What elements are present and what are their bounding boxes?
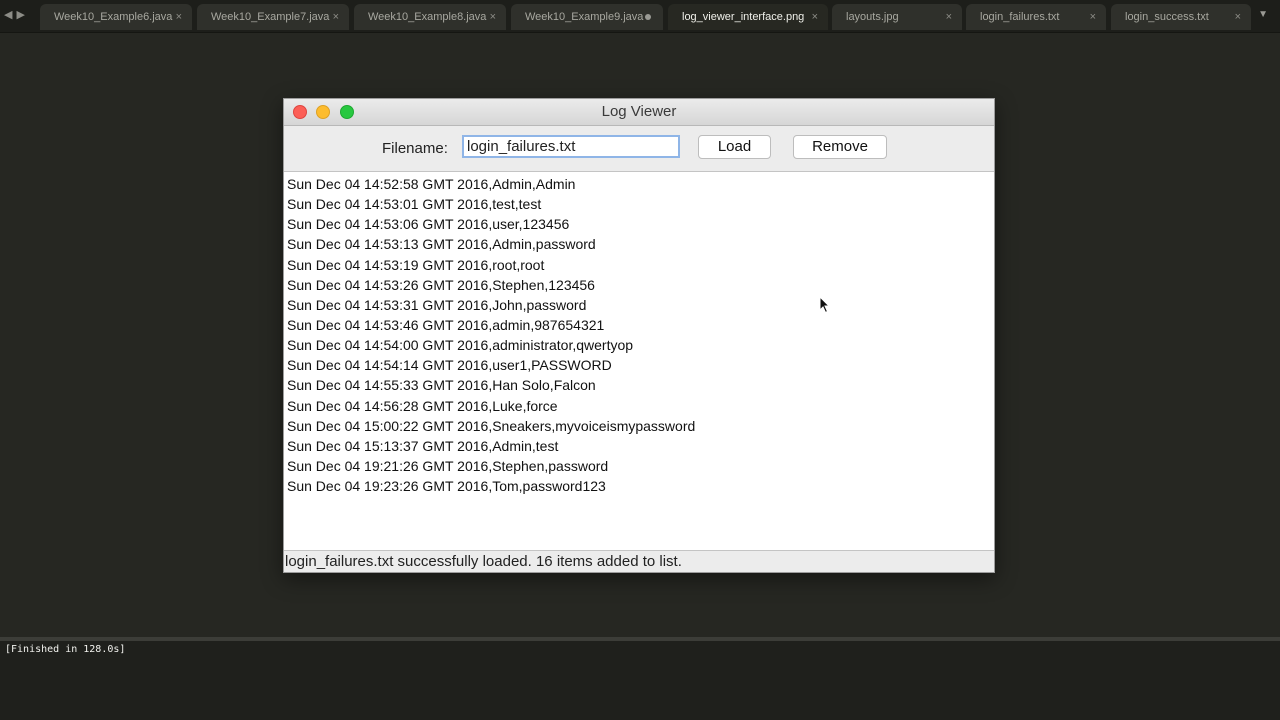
tab-layouts[interactable]: layouts.jpg ×: [832, 4, 962, 30]
remove-button[interactable]: Remove: [793, 135, 887, 159]
tab-label: Week10_Example8.java: [368, 11, 487, 23]
window-titlebar[interactable]: Log Viewer: [284, 99, 994, 126]
log-entry[interactable]: Sun Dec 04 19:21:26 GMT 2016,Stephen,pas…: [284, 456, 994, 476]
log-viewer-window: Log Viewer Filename: Load Remove Sun Dec…: [283, 98, 995, 573]
tab-label: login_success.txt: [1125, 11, 1209, 23]
unsaved-dot-icon[interactable]: [645, 14, 651, 20]
tab-week10-example8[interactable]: Week10_Example8.java ×: [354, 4, 506, 30]
tab-close-icon[interactable]: ×: [812, 4, 818, 30]
output-panel: [Finished in 128.0s]: [0, 641, 1280, 720]
tab-label: Week10_Example9.java: [525, 11, 644, 23]
file-toolbar: Filename: Load Remove: [284, 126, 994, 172]
status-bar: login_failures.txt successfully loaded. …: [284, 550, 994, 572]
log-entry[interactable]: Sun Dec 04 14:53:26 GMT 2016,Stephen,123…: [284, 275, 994, 295]
log-entry[interactable]: Sun Dec 04 15:13:37 GMT 2016,Admin,test: [284, 436, 994, 456]
editor-tab-bar: ◀▶ Week10_Example6.java × Week10_Example…: [0, 0, 1280, 33]
tab-close-icon[interactable]: ×: [176, 4, 182, 30]
tab-label: login_failures.txt: [980, 11, 1060, 23]
tab-log-viewer-interface[interactable]: log_viewer_interface.png ×: [668, 4, 828, 30]
tab-close-icon[interactable]: ×: [1090, 4, 1096, 30]
mouse-pointer-icon: [819, 296, 831, 314]
log-entry[interactable]: Sun Dec 04 14:53:01 GMT 2016,test,test: [284, 194, 994, 214]
zoom-window-icon[interactable]: [340, 105, 354, 119]
log-list[interactable]: Sun Dec 04 14:52:58 GMT 2016,Admin,Admin…: [284, 172, 994, 550]
log-entry[interactable]: Sun Dec 04 14:54:14 GMT 2016,user1,PASSW…: [284, 355, 994, 375]
tab-label: Week10_Example6.java: [54, 11, 173, 23]
tab-close-icon[interactable]: ×: [946, 4, 952, 30]
minimize-window-icon[interactable]: [316, 105, 330, 119]
tab-nav-arrows[interactable]: ◀▶: [4, 8, 29, 21]
close-window-icon[interactable]: [293, 105, 307, 119]
tab-label: Week10_Example7.java: [211, 11, 330, 23]
tab-back-icon[interactable]: ◀: [4, 9, 16, 21]
log-entry[interactable]: Sun Dec 04 14:53:31 GMT 2016,John,passwo…: [284, 295, 994, 315]
tab-week10-example9[interactable]: Week10_Example9.java: [511, 4, 663, 30]
log-entry[interactable]: Sun Dec 04 15:00:22 GMT 2016,Sneakers,my…: [284, 416, 994, 436]
tab-week10-example7[interactable]: Week10_Example7.java ×: [197, 4, 349, 30]
log-entry[interactable]: Sun Dec 04 14:53:06 GMT 2016,user,123456: [284, 214, 994, 234]
log-entry[interactable]: Sun Dec 04 14:56:28 GMT 2016,Luke,force: [284, 396, 994, 416]
tab-forward-icon[interactable]: ▶: [16, 9, 28, 21]
build-output-text: [Finished in 128.0s]: [5, 644, 126, 655]
filename-label: Filename:: [382, 140, 448, 157]
window-title: Log Viewer: [601, 103, 677, 120]
log-entry[interactable]: Sun Dec 04 14:54:00 GMT 2016,administrat…: [284, 335, 994, 355]
filename-input[interactable]: [462, 135, 680, 158]
tab-menu-icon[interactable]: ▼: [1258, 9, 1268, 20]
tab-label: log_viewer_interface.png: [682, 11, 805, 23]
load-button[interactable]: Load: [698, 135, 771, 159]
tab-login-failures[interactable]: login_failures.txt ×: [966, 4, 1106, 30]
tab-close-icon[interactable]: ×: [1235, 4, 1241, 30]
tab-label: layouts.jpg: [846, 11, 899, 23]
log-list-items: Sun Dec 04 14:52:58 GMT 2016,Admin,Admin…: [284, 172, 994, 496]
log-entry[interactable]: Sun Dec 04 14:53:13 GMT 2016,Admin,passw…: [284, 234, 994, 254]
tab-week10-example6[interactable]: Week10_Example6.java ×: [40, 4, 192, 30]
log-entry[interactable]: Sun Dec 04 14:53:19 GMT 2016,root,root: [284, 255, 994, 275]
tab-close-icon[interactable]: ×: [490, 4, 496, 30]
tab-close-icon[interactable]: ×: [333, 4, 339, 30]
log-entry[interactable]: Sun Dec 04 14:53:46 GMT 2016,admin,98765…: [284, 315, 994, 335]
tab-login-success[interactable]: login_success.txt ×: [1111, 4, 1251, 30]
log-entry[interactable]: Sun Dec 04 14:55:33 GMT 2016,Han Solo,Fa…: [284, 375, 994, 395]
log-entry[interactable]: Sun Dec 04 14:52:58 GMT 2016,Admin,Admin: [284, 174, 994, 194]
log-entry[interactable]: Sun Dec 04 19:23:26 GMT 2016,Tom,passwor…: [284, 476, 994, 496]
